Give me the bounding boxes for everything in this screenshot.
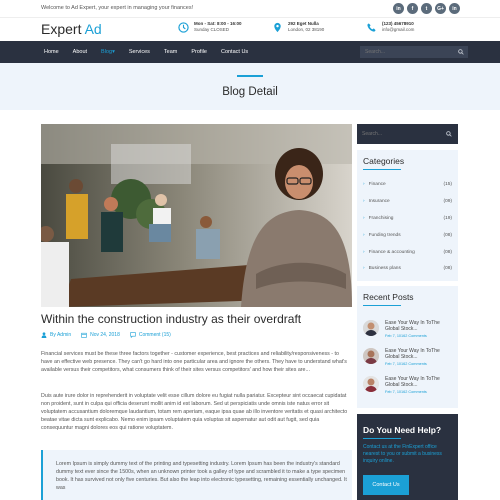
linkedin-icon[interactable]: in (393, 3, 404, 14)
facebook-icon[interactable]: f (407, 3, 418, 14)
nav-item-contact[interactable]: Contact Us (221, 49, 248, 55)
address-info: 292 Eget Nulla London, 02 38190 (272, 21, 324, 33)
map-pin-icon (274, 22, 281, 33)
search-icon[interactable] (458, 49, 464, 55)
address-line1: 292 Eget Nulla (288, 21, 319, 26)
help-widget: Do You Need Help? Contact us at the FinE… (357, 414, 458, 500)
post-paragraph-2: Duis aute irure dolor in reprehenderit i… (41, 393, 348, 431)
post-featured-image (41, 124, 352, 307)
post-paragraph-1: Financial services must be these three f… (41, 351, 347, 373)
twitter-icon[interactable]: t (421, 3, 432, 14)
address-line2: London, 02 38190 (288, 27, 325, 32)
recent-post-item[interactable]: Ease Your Way In ToThe Global Stock... Fe… (363, 320, 455, 338)
recent-post-title: Ease Your Way In ToThe Global Stock... (385, 320, 440, 332)
categories-title: Categories (363, 156, 405, 166)
post-comments[interactable]: Comment (15) (130, 332, 171, 338)
chevron-down-icon: ▾ (112, 49, 115, 55)
hours-info: Mon - Sat: 8:00 - 16:00 Sunday CLOSED (178, 21, 242, 33)
nav-search (360, 46, 468, 58)
recent-posts-underline (363, 305, 401, 306)
post-meta: By Admin Nov 24, 2018 Comment (15) (41, 332, 171, 338)
sidebar-search-input[interactable] (362, 131, 442, 137)
search-icon[interactable] (446, 131, 452, 137)
recent-post-item[interactable]: Ease Your Way In ToThe Global Stock... Fe… (363, 376, 455, 394)
recent-post-date: Feb 7, 10162 Comments (385, 334, 427, 338)
category-item[interactable]: Funding trends(08) (363, 233, 452, 238)
page-title: Blog Detail (222, 86, 278, 98)
recent-post-title: Ease Your Way In ToThe Global Stock... (385, 348, 440, 360)
post-date: Nov 24, 2018 (81, 332, 120, 338)
help-underline (363, 438, 401, 439)
hours-line2: Sunday CLOSED (194, 27, 230, 32)
recent-posts-title: Recent Posts (363, 292, 414, 302)
post-blockquote: Lorem Ipsum is simply dummy text of the … (41, 450, 352, 500)
nav-item-blog[interactable]: Blog▾ (101, 49, 115, 55)
main-nav: Home About Blog▾ Services Team Profile C… (0, 41, 500, 63)
recent-posts-widget: Recent Posts Ease Your Way In ToThe Glob… (357, 286, 458, 408)
category-item[interactable]: Business plans(08) (363, 266, 452, 271)
category-item[interactable]: Franchising(19) (363, 216, 452, 221)
sidebar-search (357, 124, 458, 144)
recent-post-item[interactable]: Ease Your Way In ToThe Global Stock... Fe… (363, 348, 455, 366)
nav-item-services[interactable]: Services (129, 49, 150, 55)
logo-accent: Ad (84, 21, 102, 37)
category-item[interactable]: Finance(15) (363, 182, 452, 187)
category-item[interactable]: Finance & accounting(08) (363, 250, 452, 255)
contact-us-button[interactable]: Contact Us (363, 475, 409, 495)
help-title: Do You Need Help? (363, 425, 442, 435)
nav-item-blog-label: Blog (101, 49, 113, 55)
recent-post-thumbnail (363, 376, 379, 392)
nav-item-profile[interactable]: Profile (191, 49, 207, 55)
categories-underline (363, 169, 401, 170)
instagram-icon[interactable]: in (449, 3, 460, 14)
post-author[interactable]: By Admin (41, 332, 71, 338)
recent-post-thumbnail (363, 320, 379, 336)
welcome-text: Welcome to Ad Expert, your expert in man… (41, 5, 194, 11)
google-plus-icon[interactable]: G+ (435, 3, 446, 14)
comment-icon (130, 332, 136, 338)
office-photo (41, 124, 352, 307)
nav-search-input[interactable] (365, 49, 453, 55)
nav-item-team[interactable]: Team (164, 49, 177, 55)
hours-line1: Mon - Sat: 8:00 - 16:00 (194, 21, 242, 26)
recent-post-title: Ease Your Way In ToThe Global Stock... (385, 376, 440, 388)
page-banner: Blog Detail (0, 63, 500, 110)
nav-item-home[interactable]: Home (44, 49, 59, 55)
user-icon (41, 332, 47, 338)
post-date-label: Nov 24, 2018 (90, 332, 120, 338)
categories-widget: Categories Finance(15) Insurance(09) Fra… (357, 150, 458, 281)
clock-icon (178, 22, 189, 33)
recent-post-thumbnail (363, 348, 379, 364)
social-links: in f t G+ in (393, 3, 460, 14)
top-bar: Welcome to Ad Expert, your expert in man… (0, 0, 500, 18)
post-author-label: By Admin (50, 332, 72, 338)
phone-number: (123) 45678910 (382, 21, 414, 26)
nav-item-about[interactable]: About (73, 49, 87, 55)
site-logo[interactable]: Expert Ad (41, 21, 102, 37)
help-text: Contact us at the FinExpert office neare… (363, 444, 442, 464)
site-header: Expert Ad Mon - Sat: 8:00 - 16:00 Sunday… (0, 18, 500, 41)
post-comments-label: Comment (15) (138, 332, 171, 338)
banner-divider (237, 75, 263, 77)
phone-icon (367, 23, 376, 32)
email-address: info@gmail.com (382, 27, 415, 32)
recent-post-date: Feb 7, 10162 Comments (385, 362, 427, 366)
logo-main: Expert (41, 21, 82, 37)
recent-post-date: Feb 7, 10162 Comments (385, 390, 427, 394)
phone-info: (123) 45678910 info@gmail.com (366, 21, 414, 33)
category-item[interactable]: Insurance(09) (363, 199, 452, 204)
calendar-icon (81, 332, 87, 338)
post-title[interactable]: Within the construction industry as thei… (41, 312, 301, 326)
